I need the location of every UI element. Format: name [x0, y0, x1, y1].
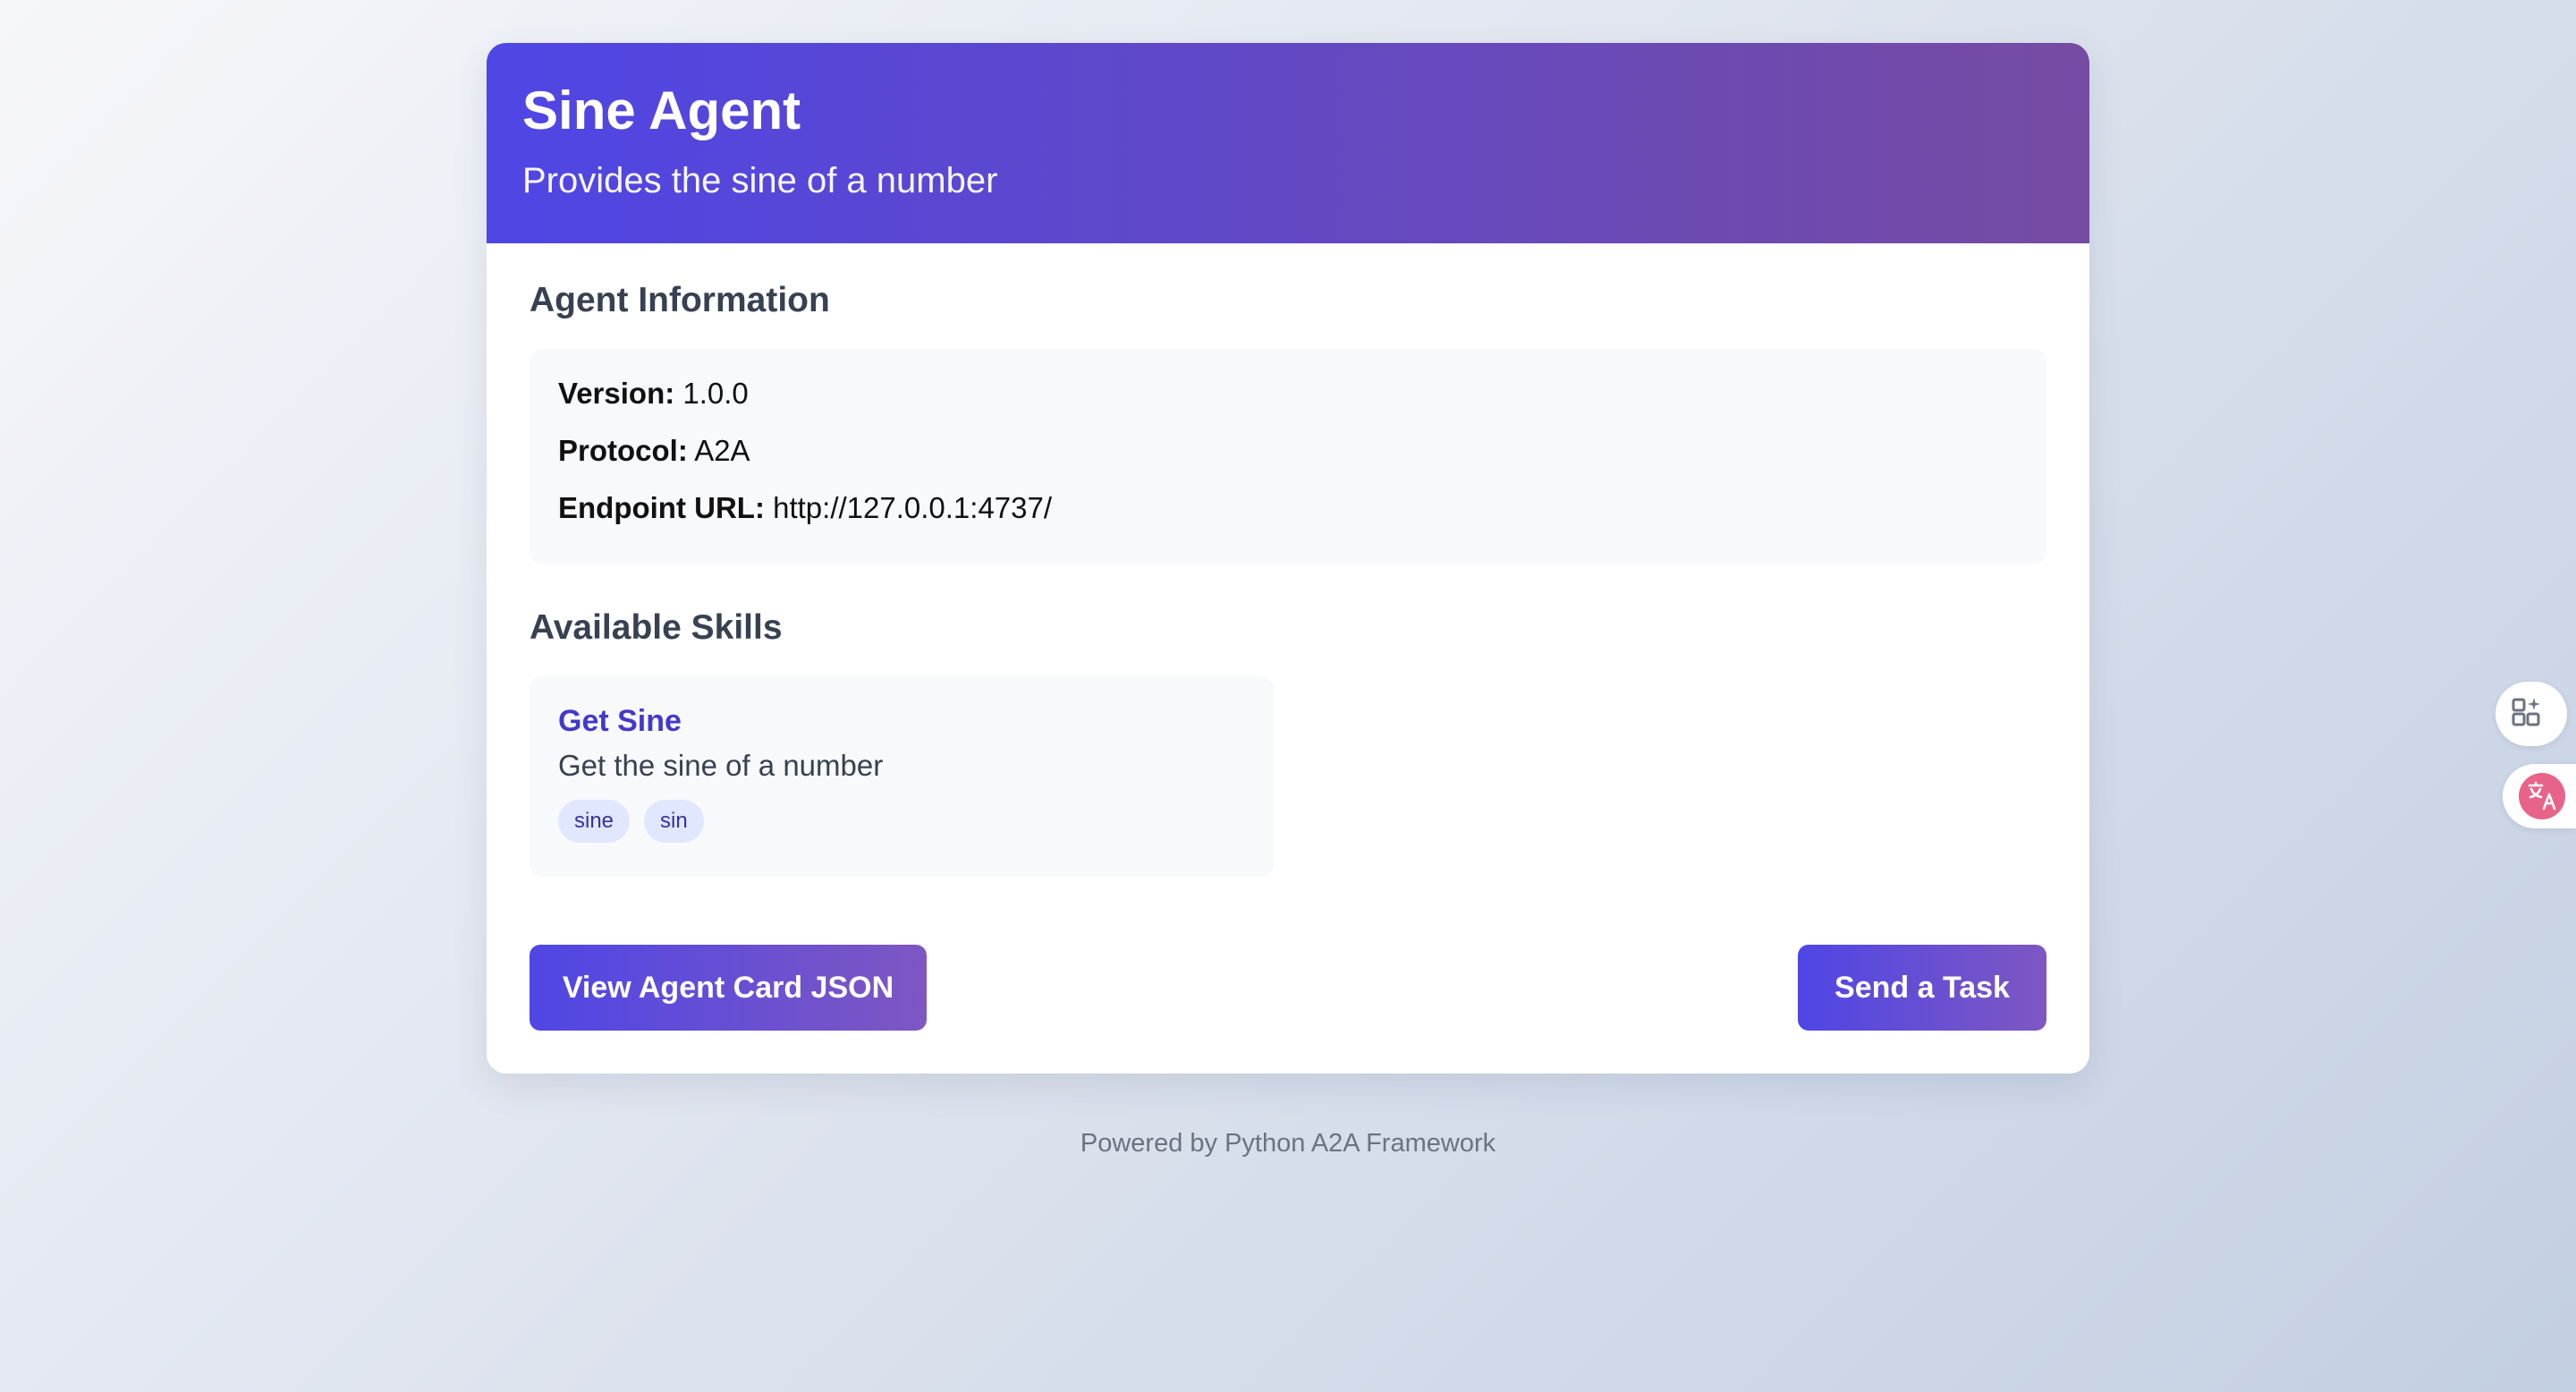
endpoint-label: Endpoint URL:	[558, 491, 765, 524]
send-task-button[interactable]: Send a Task	[1798, 945, 2046, 1031]
version-label: Version:	[558, 377, 675, 410]
agent-title: Sine Agent	[522, 81, 801, 140]
card-actions: View Agent Card JSON Send a Task	[530, 945, 2046, 1031]
skill-description: Get the sine of a number	[558, 749, 884, 782]
agent-info-box: Version: 1.0.0 Protocol: A2A Endpoint UR…	[530, 349, 2046, 564]
agent-card: Sine Agent Provides the sine of a number…	[487, 43, 2089, 1074]
version-row: Version: 1.0.0	[558, 376, 2018, 412]
version-value: 1.0.0	[682, 377, 749, 410]
sidebar-tools-button[interactable]	[2496, 682, 2567, 746]
skill-tag: sine	[558, 800, 631, 843]
protocol-value: A2A	[694, 434, 750, 467]
endpoint-value: http://127.0.0.1:4737/	[773, 491, 1053, 524]
skills-grid: Get Sine Get the sine of a number sine s…	[530, 676, 2046, 877]
protocol-label: Protocol:	[558, 434, 688, 467]
protocol-row: Protocol: A2A	[558, 433, 2018, 469]
skill-tag: sin	[644, 800, 704, 843]
endpoint-row: Endpoint URL: http://127.0.0.1:4737/	[558, 490, 2018, 526]
skill-card: Get Sine Get the sine of a number sine s…	[530, 676, 1274, 877]
skill-name: Get Sine	[558, 704, 682, 738]
footer-text: Powered by Python A2A Framework	[1080, 1129, 1496, 1158]
agent-subtitle: Provides the sine of a number	[522, 161, 998, 200]
translate-extension-button[interactable]	[2503, 764, 2576, 828]
card-header: Sine Agent Provides the sine of a number	[487, 43, 2089, 243]
skill-tags: sine sin	[558, 800, 1245, 843]
apps-sparkle-icon	[2510, 694, 2546, 734]
card-body: Agent Information Version: 1.0.0 Protoco…	[487, 243, 2089, 877]
skills-heading: Available Skills	[530, 608, 783, 647]
view-agent-card-json-button[interactable]: View Agent Card JSON	[530, 945, 927, 1031]
agent-info-heading: Agent Information	[530, 281, 830, 319]
translate-icon	[2519, 773, 2565, 819]
